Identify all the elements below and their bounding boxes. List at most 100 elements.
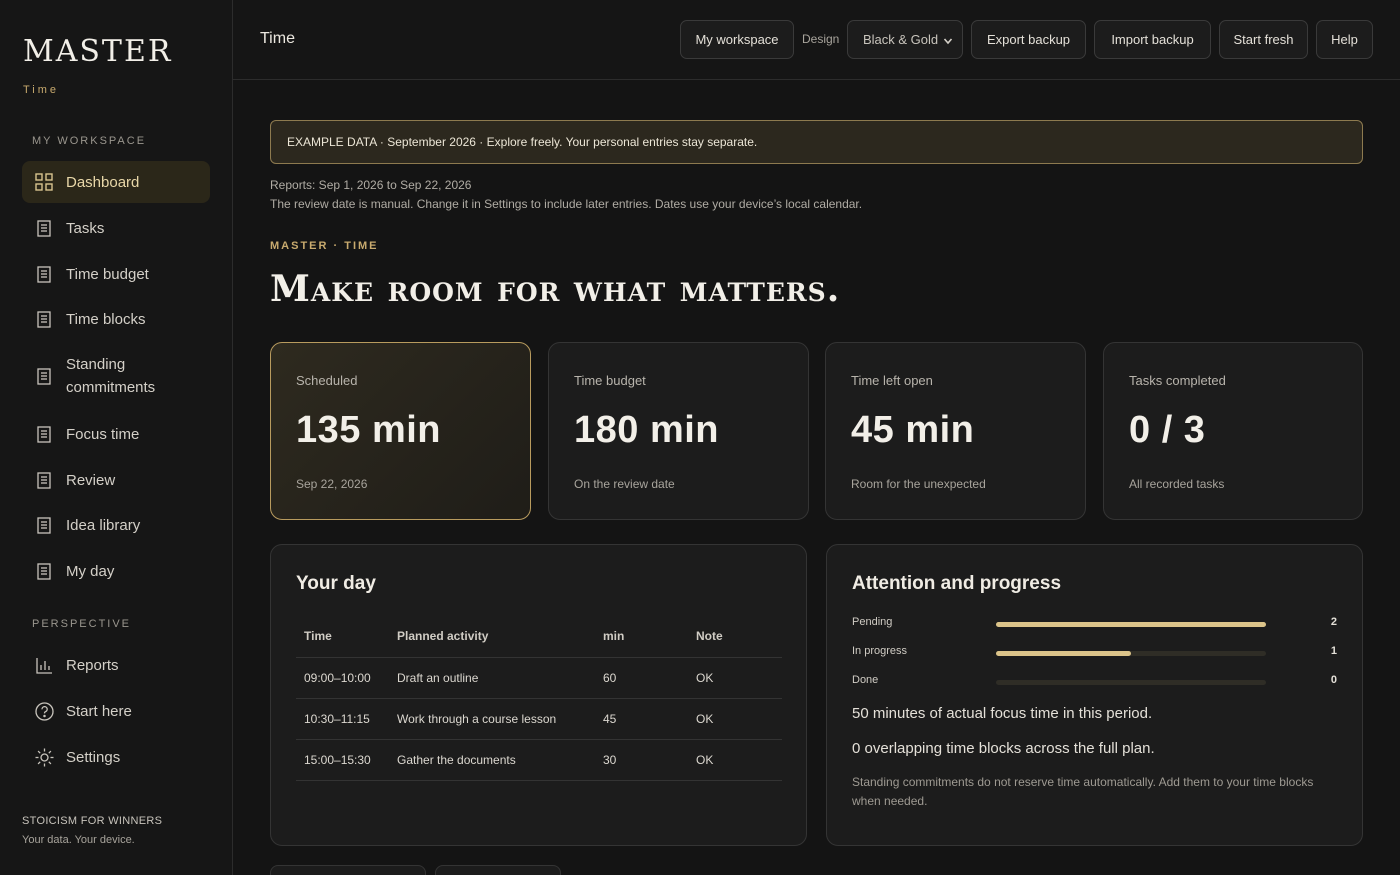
your-day-table: Time Planned activity min Note 09:00–10:… [296, 615, 782, 781]
sidebar-item-label: Standing commitments [66, 356, 156, 396]
cell-min: 45 [595, 698, 688, 740]
progress-fill [996, 622, 1266, 627]
app-logo: MASTER [23, 34, 173, 69]
cell-activity: Gather the documents [389, 739, 595, 781]
sidebar: MASTER Time MY WORKSPACE Dashboard Tasks… [0, 0, 233, 875]
reports-range: Reports: Sep 1, 2026 to Sep 22, 2026 [270, 178, 472, 192]
footer-tagline: Your data. Your device. [22, 834, 135, 846]
cell-time: 09:00–10:00 [296, 657, 389, 699]
stat-card-time-left-open: Time left open 45 min Room for the unexp… [825, 342, 1086, 520]
sidebar-item-label: Review [66, 471, 116, 489]
progress-row-pending: Pending 2 [852, 614, 1337, 634]
bottom-button-partial[interactable] [270, 865, 426, 875]
table-row: 15:00–15:30 Gather the documents 30 OK [296, 739, 782, 781]
help-button[interactable]: Help [1316, 20, 1373, 59]
table-row: 10:30–11:15 Work through a course lesson… [296, 698, 782, 740]
table-header-row: Time Planned activity min Note [296, 615, 782, 658]
attention-progress-panel: Attention and progress Pending 2 In prog… [826, 544, 1363, 846]
standing-commitments-note: Standing commitments do not reserve time… [852, 775, 1314, 808]
cell-note: OK [688, 739, 782, 781]
sidebar-item-settings[interactable]: Settings [22, 736, 210, 778]
document-icon [22, 265, 66, 283]
table-row: 09:00–10:00 Draft an outline 60 OK [296, 657, 782, 699]
document-icon [22, 310, 66, 328]
design-select[interactable]: Black & Gold [847, 20, 963, 59]
column-header-note: Note [688, 615, 782, 658]
cell-note: OK [688, 698, 782, 740]
bottom-button-partial[interactable] [435, 865, 561, 875]
cell-time: 15:00–15:30 [296, 739, 389, 781]
stat-note: On the review date [574, 477, 675, 491]
stat-label: Time left open [851, 373, 933, 388]
document-icon [22, 562, 66, 580]
example-data-banner: EXAMPLE DATA · September 2026 · Explore … [270, 120, 1363, 164]
section-label-workspace: MY WORKSPACE [32, 135, 147, 147]
sidebar-item-time-budget[interactable]: Time budget [22, 253, 210, 295]
progress-track [996, 680, 1266, 685]
progress-row-done: Done 0 [852, 672, 1337, 692]
your-day-panel: Your day Time Planned activity min Note … [270, 544, 807, 846]
sidebar-item-idea-library[interactable]: Idea library [22, 504, 210, 546]
chevron-down-icon [943, 34, 953, 49]
progress-track [996, 622, 1266, 627]
progress-count: 0 [1330, 674, 1337, 686]
my-workspace-button[interactable]: My workspace [680, 20, 794, 59]
cell-note: OK [688, 657, 782, 699]
cell-activity: Draft an outline [389, 657, 595, 699]
overlap-summary: 0 overlapping time blocks across the ful… [852, 740, 1155, 757]
progress-row-in-progress: In progress 1 [852, 643, 1337, 663]
column-header-time: Time [296, 615, 389, 658]
cell-activity: Work through a course lesson [389, 698, 595, 740]
stat-label: Time budget [574, 373, 646, 388]
stat-card-scheduled: Scheduled 135 min Sep 22, 2026 [270, 342, 531, 520]
import-backup-button[interactable]: Import backup [1094, 20, 1211, 59]
stat-label: Scheduled [296, 373, 358, 388]
design-label: Design [802, 32, 840, 46]
sidebar-item-dashboard[interactable]: Dashboard [22, 161, 210, 203]
sidebar-item-tasks[interactable]: Tasks [22, 207, 210, 249]
sidebar-item-focus-time[interactable]: Focus time [22, 413, 210, 455]
sidebar-item-label: Start here [66, 702, 132, 720]
sidebar-item-label: Idea library [66, 516, 141, 534]
sidebar-item-label: Time budget [66, 265, 149, 283]
progress-fill [996, 651, 1131, 656]
sidebar-item-start-here[interactable]: Start here [22, 690, 210, 732]
footer-brand: STOICISM FOR WINNERS [22, 815, 163, 827]
eyebrow-label: MASTER · TIME [270, 240, 379, 252]
start-fresh-button[interactable]: Start fresh [1219, 20, 1308, 59]
review-date-note: The review date is manual. Change it in … [270, 197, 863, 211]
sidebar-item-review[interactable]: Review [22, 459, 210, 501]
panel-title: Attention and progress [852, 573, 1062, 594]
export-backup-button[interactable]: Export backup [971, 20, 1086, 59]
document-icon [22, 471, 66, 489]
sidebar-item-standing-commitments[interactable]: Standing commitments [22, 345, 210, 407]
stat-value: 0 / 3 [1129, 409, 1206, 451]
panel-title: Your day [296, 573, 376, 594]
document-icon [22, 425, 66, 443]
cell-min: 60 [595, 657, 688, 699]
stat-value: 45 min [851, 409, 975, 451]
top-header: Time My workspace Design Black & Gold Ex… [233, 0, 1400, 80]
grid-icon [22, 173, 66, 191]
column-header-activity: Planned activity [389, 615, 595, 658]
document-icon [22, 367, 66, 385]
page-title: Time [260, 30, 295, 47]
sidebar-item-my-day[interactable]: My day [22, 550, 210, 592]
bar-chart-icon [22, 657, 66, 674]
help-circle-icon [22, 701, 66, 721]
document-icon [22, 219, 66, 237]
hero-headline: Make room for what matters. [270, 268, 841, 310]
sidebar-item-label: Tasks [66, 219, 105, 237]
stat-label: Tasks completed [1129, 373, 1226, 388]
sidebar-item-time-blocks[interactable]: Time blocks [22, 298, 210, 340]
sidebar-item-label: Reports [66, 656, 119, 674]
stat-value: 180 min [574, 409, 720, 451]
progress-count: 1 [1330, 645, 1337, 657]
stat-note: Sep 22, 2026 [296, 477, 368, 491]
section-label-perspective: PERSPECTIVE [32, 618, 132, 630]
focus-time-summary: 50 minutes of actual focus time in this … [852, 705, 1153, 722]
stat-note: All recorded tasks [1129, 477, 1225, 491]
column-header-min: min [595, 615, 688, 658]
progress-label: In progress [852, 645, 908, 657]
sidebar-item-reports[interactable]: Reports [22, 644, 210, 686]
